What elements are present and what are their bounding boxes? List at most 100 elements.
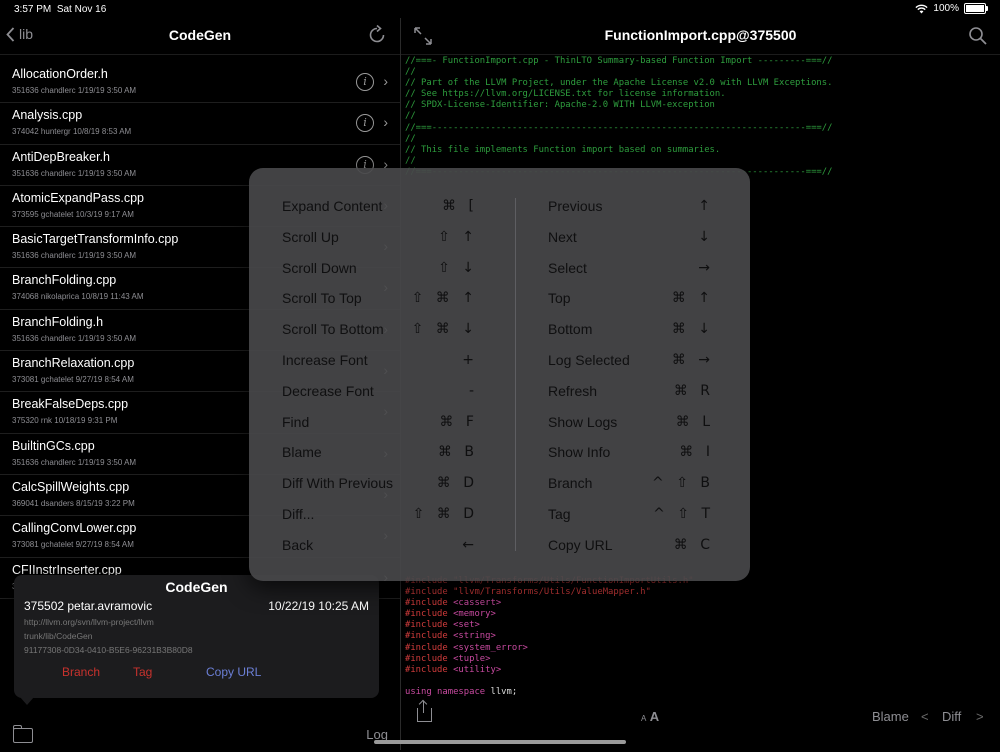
- search-icon[interactable]: [968, 26, 988, 46]
- home-indicator[interactable]: [374, 740, 626, 744]
- shortcut-item: Diff With Previous ⌘ D: [282, 473, 478, 504]
- shortcut-item: Scroll To Bottom ⇧ ⌘ ↓: [282, 319, 478, 350]
- file-meta: 351636 chandlerc 1/19/19 3:50 AM: [12, 168, 137, 178]
- file-name: BreakFalseDeps.cpp: [12, 397, 129, 412]
- code-line: // SPDX-License-Identifier: Apache-2.0 W…: [405, 100, 715, 111]
- info-icon[interactable]: i: [356, 73, 374, 91]
- shortcut-label: Log Selected: [548, 351, 630, 368]
- shortcut-item: Bottom ⌘ ↓: [548, 319, 714, 350]
- code-line: #include "llvm/Transforms/Utils/ValueMap…: [405, 587, 651, 598]
- diff-button[interactable]: Diff: [942, 709, 961, 724]
- shortcut-keys: ⌘ →: [671, 351, 714, 368]
- chevron-right-icon: ›: [383, 114, 388, 131]
- file-row[interactable]: Analysis.cpp 374042 huntergr 10/8/19 8:53…: [0, 103, 400, 145]
- popover-url: http://llvm.org/svn/llvm-project/llvm: [24, 617, 154, 627]
- code-line: //: [405, 155, 416, 166]
- shortcut-keys: ⇧ ⌘ ↑: [411, 290, 478, 307]
- right-nav-bar: FunctionImport.cpp@375500: [401, 18, 1000, 55]
- shortcut-label: Expand Content: [282, 198, 383, 214]
- popover-path: trunk/lib/CodeGen: [24, 631, 93, 641]
- shortcut-label: Increase Font: [282, 351, 368, 368]
- battery-percent: 100%: [933, 3, 959, 14]
- file-name: BasicTargetTransformInfo.cpp: [12, 232, 179, 247]
- code-line: #include <tuple>: [405, 653, 491, 664]
- file-name: CallingConvLower.cpp: [12, 521, 137, 536]
- repository-info-popover: CodeGen 375502 petar.avramovic 10/22/19 …: [14, 575, 379, 705]
- file-meta: 351636 chandlerc 1/19/19 3:50 AM: [12, 457, 137, 467]
- shortcut-item: Scroll Down ⇧ ↓: [282, 258, 478, 289]
- info-icon[interactable]: i: [356, 114, 374, 133]
- shortcut-label: Scroll To Bottom: [282, 321, 384, 338]
- share-icon[interactable]: [417, 701, 432, 722]
- chevron-right-icon: ›: [383, 73, 388, 89]
- shortcut-item: Refresh ⌘ R: [548, 381, 714, 412]
- shortcut-keys: ⌘ I: [679, 444, 714, 461]
- branch-button[interactable]: Branch: [62, 665, 100, 679]
- shortcut-keys: ⇧ ↓: [438, 259, 478, 276]
- shortcut-item: Diff... ⇧ ⌘ D: [282, 504, 478, 535]
- code-line: #include <cassert>: [405, 598, 502, 609]
- shortcut-keys: ⌘ ↓: [671, 321, 714, 338]
- code-header-comments: //===- FunctionImport.cpp - ThinLTO Summ…: [405, 56, 832, 178]
- file-name: BranchFolding.h: [12, 314, 104, 329]
- file-row[interactable]: AllocationOrder.h 351636 chandlerc 1/19/1…: [0, 62, 400, 104]
- shortcut-label: Diff With Previous: [282, 475, 393, 492]
- code-line: #include <utility>: [405, 664, 502, 675]
- status-time: 3:57 PM Sat Nov 16: [14, 4, 107, 15]
- code-line: //: [405, 133, 416, 144]
- code-line: //: [405, 67, 416, 78]
- shortcut-item: Back ←: [282, 535, 478, 566]
- code-line: //: [405, 111, 416, 122]
- tag-button[interactable]: Tag: [133, 665, 152, 679]
- previous-diff-button[interactable]: <: [921, 709, 929, 724]
- font-size-button[interactable]: A A: [641, 709, 659, 724]
- file-name: AtomicExpandPass.cpp: [12, 190, 145, 205]
- popover-date: 10/22/19 10:25 AM: [268, 599, 369, 613]
- shortcut-item: Find ⌘ F: [282, 412, 478, 443]
- file-meta: 351636 chandlerc 1/19/19 3:50 AM: [12, 251, 137, 261]
- code-line: using namespace llvm;: [405, 686, 518, 697]
- code-line: #include <set>: [405, 620, 480, 631]
- copy-url-button[interactable]: Copy URL: [206, 665, 261, 679]
- popover-revision: 375502 petar.avramovic: [24, 599, 153, 613]
- shortcut-keys: ⌘ L: [675, 413, 714, 430]
- shortcut-item: Log Selected ⌘ →: [548, 350, 714, 381]
- file-meta: 369041 dsanders 8/15/19 3:22 PM: [12, 498, 135, 508]
- shortcut-keys: ↑: [698, 198, 714, 214]
- left-nav-bar: lib CodeGen: [0, 18, 400, 55]
- refresh-icon[interactable]: [366, 24, 388, 46]
- shortcut-keys: ⇧ ⌘ ↓: [411, 321, 478, 338]
- status-right: 100%: [915, 3, 988, 14]
- code-line: //===-----------------------------------…: [405, 122, 833, 133]
- file-meta: 373081 gchatelet 9/27/19 8:54 AM: [12, 375, 134, 385]
- file-meta: 374068 nikolaprica 10/8/19 11:43 AM: [12, 292, 144, 302]
- code-line: #include <system_error>: [405, 642, 528, 653]
- shortcut-keys: ^ ⇧ B: [652, 475, 714, 492]
- code-line: #include <string>: [405, 631, 496, 642]
- shortcut-label: Scroll Down: [282, 259, 357, 276]
- shortcut-keys: ⇧ ↑: [438, 228, 478, 245]
- next-diff-button[interactable]: >: [976, 709, 984, 724]
- shortcuts-left-column: Expand Content ⌘ [Scroll Up ⇧ ↑ Scroll Down…: [282, 196, 478, 566]
- shortcut-keys: +: [462, 351, 478, 368]
- shortcut-label: Refresh: [548, 382, 598, 399]
- file-name: BranchRelaxation.cpp: [12, 356, 135, 371]
- shortcut-item: Previous ↑: [548, 196, 714, 227]
- shortcut-keys: ↓: [698, 228, 714, 245]
- shortcut-keys: -: [468, 382, 478, 399]
- shortcut-keys: ⌘ R: [673, 382, 714, 399]
- code-line: //===- FunctionImport.cpp - ThinLTO Summ…: [405, 56, 833, 66]
- left-nav-title: CodeGen: [168, 27, 232, 43]
- blame-button[interactable]: Blame: [872, 709, 909, 724]
- shortcut-item: Increase Font +: [282, 350, 478, 381]
- shortcut-label: Diff...: [282, 505, 315, 522]
- file-meta: 351636 chandlerc 1/19/19 3:50 AM: [12, 86, 137, 95]
- file-name: AntiDepBreaker.h: [12, 149, 110, 164]
- shortcut-keys: ^ ⇧ T: [653, 505, 714, 522]
- folder-icon[interactable]: [13, 725, 33, 743]
- shortcut-label: Next: [548, 228, 577, 245]
- code-line: // See https://llvm.org/LICENSE.txt for …: [405, 89, 726, 100]
- shortcuts-separator: [515, 198, 516, 551]
- file-name: AllocationOrder.h: [12, 67, 108, 81]
- popover-uuid: 91177308-0D34-0410-B5E6-96231B3B80D8: [24, 645, 193, 655]
